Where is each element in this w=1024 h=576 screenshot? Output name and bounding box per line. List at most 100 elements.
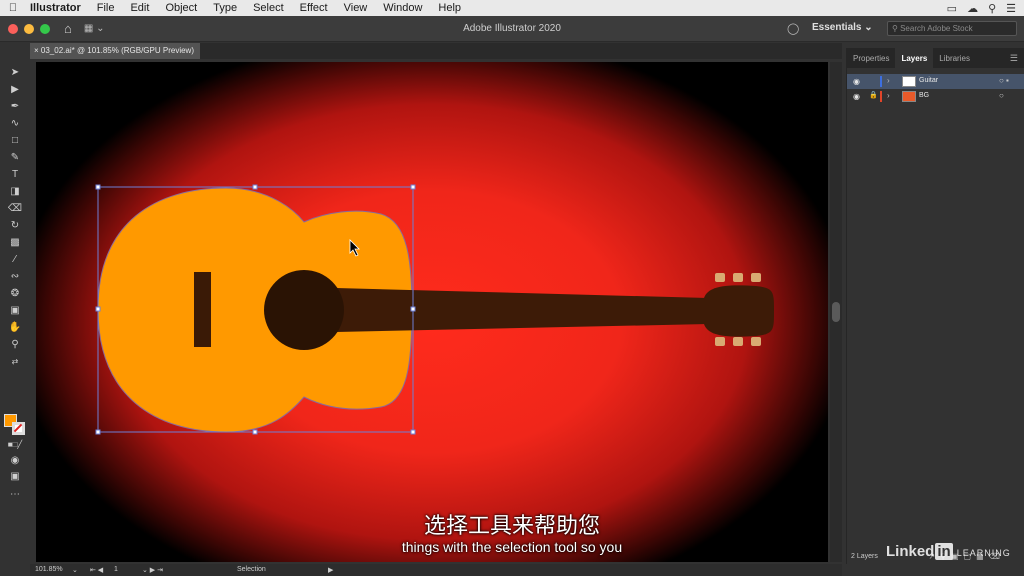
tuning-peg[interactable] [751, 273, 761, 282]
artboard-number[interactable]: 1 [114, 566, 118, 573]
menu-window[interactable]: Window [375, 2, 430, 14]
resize-handle[interactable] [410, 306, 416, 312]
color-modes-icon[interactable]: ■□╱ [7, 438, 23, 452]
menu-effect[interactable]: Effect [292, 2, 336, 14]
visibility-eye-icon[interactable]: ◉ [853, 77, 860, 86]
gradient-tool-icon[interactable]: ▩ [7, 236, 23, 250]
home-icon[interactable]: ⌂ [64, 21, 72, 36]
zoom-dropdown-icon[interactable]: ⌄ [72, 566, 78, 574]
resize-handle[interactable] [410, 429, 416, 435]
tools-panel: ➤ ▶ ✒ ∿ □ ✎ T ◨ ⌫ ↻ ▩ ⁄ ∾ ❂ ▣ ✋ ⚲ ⇄ ■□╱ … [0, 60, 30, 564]
symbol-tool-icon[interactable]: ❂ [7, 287, 23, 301]
spotlight-search-icon[interactable]: ⚲ [988, 2, 996, 15]
layer-target-icon[interactable]: ○ [999, 91, 1004, 100]
document-tab[interactable]: × 03_02.ai* @ 101.85% (RGB/GPU Preview) [30, 43, 200, 59]
tab-layers[interactable]: Layers [895, 48, 934, 68]
zoom-tool-icon[interactable]: ⚲ [7, 338, 23, 352]
layer-row-bg[interactable]: ◉ 🔒 › BG ○ [847, 89, 1024, 104]
resize-handle[interactable] [95, 306, 101, 312]
tuning-peg[interactable] [733, 273, 743, 282]
layer-name[interactable]: BG [919, 92, 929, 99]
free-transform-tool-icon[interactable]: ◨ [7, 185, 23, 199]
guitar-neck[interactable] [336, 288, 708, 332]
tab-libraries[interactable]: Libraries [933, 48, 976, 68]
apple-menu-icon[interactable]:  [0, 2, 26, 14]
guitar-bridge[interactable] [194, 272, 211, 347]
tuning-peg[interactable] [715, 273, 725, 282]
tuning-peg[interactable] [733, 337, 743, 346]
layer-color-indicator [880, 76, 882, 87]
artboard-canvas[interactable] [36, 62, 828, 562]
close-tab-icon[interactable]: × [34, 46, 39, 55]
resize-handle[interactable] [95, 429, 101, 435]
watermark-linked: Linked [886, 543, 935, 560]
eyedropper-tool-icon[interactable]: ⁄ [7, 253, 23, 267]
workspace-switcher[interactable]: Essentials ⌄ [812, 22, 873, 33]
status-menu-icon[interactable]: ▶ [328, 566, 333, 574]
window-controls [0, 23, 50, 34]
arrange-documents-icon[interactable]: ▦ ⌄ [84, 23, 105, 34]
tuning-peg[interactable] [751, 337, 761, 346]
resize-handle[interactable] [252, 184, 258, 190]
pen-tool-icon[interactable]: ✒ [7, 100, 23, 114]
menu-view[interactable]: View [336, 2, 376, 14]
vertical-scrollbar[interactable] [830, 62, 842, 562]
hand-tool-icon[interactable]: ✋ [7, 321, 23, 335]
artboard-nav-first-icon[interactable]: ⇤ ◀ [90, 566, 103, 574]
expand-chevron-icon[interactable]: › [887, 76, 890, 85]
menu-type[interactable]: Type [205, 2, 245, 14]
selection-tool-icon[interactable]: ➤ [7, 66, 23, 80]
screen-mirroring-icon[interactable]: ▭ [947, 2, 957, 15]
resize-handle[interactable] [95, 184, 101, 190]
artboard-dropdown-icon[interactable]: ⌄ ▶ ⇥ [142, 566, 163, 574]
creative-cloud-icon[interactable]: ☁ [967, 2, 978, 15]
screen-mode-icon[interactable]: ▣ [7, 470, 23, 484]
linkedin-learning-watermark: Linked in LEARNING [886, 543, 1011, 560]
zoom-level[interactable]: 101.85% [35, 566, 63, 573]
menu-select[interactable]: Select [245, 2, 292, 14]
stroke-color-swatch[interactable] [12, 422, 25, 435]
close-window-icon[interactable] [8, 23, 18, 34]
paintbrush-tool-icon[interactable]: ✎ [7, 151, 23, 165]
artboard-tool-icon[interactable]: ▣ [7, 304, 23, 318]
guitar-sound-hole[interactable] [264, 270, 344, 350]
shaper-tool-icon[interactable]: ∾ [7, 270, 23, 284]
resize-handle[interactable] [410, 184, 416, 190]
expand-chevron-icon[interactable]: › [887, 91, 890, 100]
scrollbar-thumb[interactable] [832, 302, 840, 322]
minimize-window-icon[interactable] [24, 23, 34, 34]
menu-file[interactable]: File [89, 2, 123, 14]
tuning-peg[interactable] [715, 337, 725, 346]
subtitle-english: things with the selection tool so you [401, 539, 623, 555]
resize-handle[interactable] [252, 429, 258, 435]
lightbulb-icon[interactable]: ◯ [787, 22, 799, 35]
watermark-learning: LEARNING [956, 548, 1011, 558]
eraser-tool-icon[interactable]: ⌫ [7, 202, 23, 216]
document-tab-label: 03_02.ai* @ 101.85% (RGB/GPU Preview) [40, 46, 194, 55]
more-tools-icon[interactable]: ⋯ [7, 488, 23, 502]
layer-target-icon[interactable]: ○ ▪ [999, 76, 1009, 85]
layer-thumbnail [902, 76, 916, 87]
list-menu-icon[interactable]: ☰ [1006, 2, 1016, 15]
curvature-tool-icon[interactable]: ∿ [7, 117, 23, 131]
guitar-headstock[interactable] [704, 285, 774, 337]
menu-edit[interactable]: Edit [122, 2, 157, 14]
lock-icon[interactable]: 🔒 [869, 91, 878, 99]
tab-properties[interactable]: Properties [847, 48, 895, 68]
swap-fill-stroke-icon[interactable]: ⇄ [7, 355, 23, 369]
adobe-stock-search[interactable]: ⚲ Search Adobe Stock [887, 21, 1017, 36]
type-tool-icon[interactable]: T [7, 168, 23, 182]
subtitle-chinese: 选择工具来帮助您 [423, 513, 600, 538]
draw-mode-icon[interactable]: ◉ [7, 454, 23, 468]
zoom-window-icon[interactable] [40, 23, 50, 34]
layer-row-guitar[interactable]: ◉ › Guitar ○ ▪ [847, 74, 1024, 89]
lasso-tool-icon[interactable]: ↻ [7, 219, 23, 233]
panel-menu-icon[interactable]: ☰ [1010, 48, 1024, 68]
menu-object[interactable]: Object [157, 2, 205, 14]
menu-help[interactable]: Help [430, 2, 469, 14]
direct-selection-tool-icon[interactable]: ▶ [7, 83, 23, 97]
visibility-eye-icon[interactable]: ◉ [853, 92, 860, 101]
rectangle-tool-icon[interactable]: □ [7, 134, 23, 148]
app-menu[interactable]: Illustrator [26, 2, 89, 14]
layer-name[interactable]: Guitar [919, 77, 938, 84]
